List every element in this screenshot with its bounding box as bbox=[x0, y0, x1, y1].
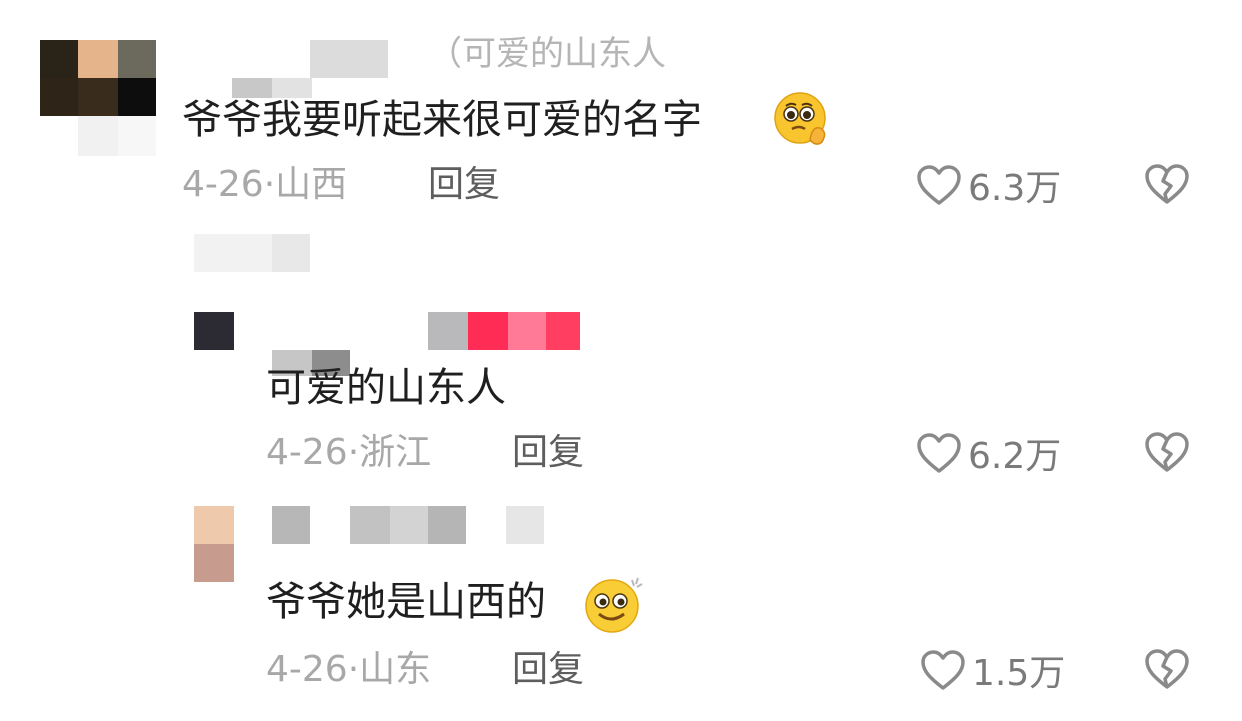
comment-region: 浙江 bbox=[359, 432, 432, 473]
dizzy-smile-emoji bbox=[585, 577, 643, 633]
username-blurred[interactable] bbox=[232, 40, 392, 100]
comment-text: 爷爷我要听起来很可爱的名字 bbox=[182, 97, 702, 143]
broken-heart-icon[interactable] bbox=[1144, 431, 1190, 473]
comment-region: 山西 bbox=[275, 164, 348, 205]
comment-region: 山东 bbox=[359, 649, 432, 690]
username-blurred[interactable] bbox=[272, 506, 552, 546]
avatar[interactable] bbox=[40, 40, 156, 156]
comment-text: 爷爷她是山西的 bbox=[266, 579, 546, 625]
heart-outline-icon bbox=[921, 650, 965, 690]
like-count: 1.5万 bbox=[972, 653, 1066, 694]
reply-button[interactable]: 回复 bbox=[512, 648, 584, 692]
replies-header-blurred[interactable] bbox=[194, 234, 314, 274]
avatar[interactable] bbox=[194, 312, 234, 350]
like-count: 6.2万 bbox=[968, 436, 1062, 477]
reply-to-hint: （可爱的山东人 bbox=[428, 34, 666, 74]
heart-outline-icon bbox=[917, 165, 961, 205]
comment-date: 4-26 bbox=[266, 432, 348, 473]
avatar[interactable] bbox=[194, 506, 234, 582]
meta-separator: · bbox=[347, 432, 360, 473]
reply-button[interactable]: 回复 bbox=[428, 163, 500, 207]
comment-date: 4-26 bbox=[266, 649, 348, 690]
pleading-hands-emoji bbox=[774, 92, 826, 145]
like-button[interactable]: 1.5万 bbox=[920, 645, 1065, 695]
meta-separator: · bbox=[263, 164, 276, 205]
broken-heart-icon[interactable] bbox=[1144, 163, 1190, 205]
like-button[interactable]: 6.3万 bbox=[916, 160, 1061, 210]
like-button[interactable]: 6.2万 bbox=[916, 428, 1061, 478]
heart-outline-icon bbox=[917, 433, 961, 473]
broken-heart-icon[interactable] bbox=[1144, 648, 1190, 690]
comment-date: 4-26 bbox=[182, 164, 264, 205]
like-count: 6.3万 bbox=[968, 168, 1062, 209]
meta-separator: · bbox=[347, 649, 360, 690]
reply-button[interactable]: 回复 bbox=[512, 431, 584, 475]
comment-text: 可爱的山东人 bbox=[266, 365, 506, 411]
